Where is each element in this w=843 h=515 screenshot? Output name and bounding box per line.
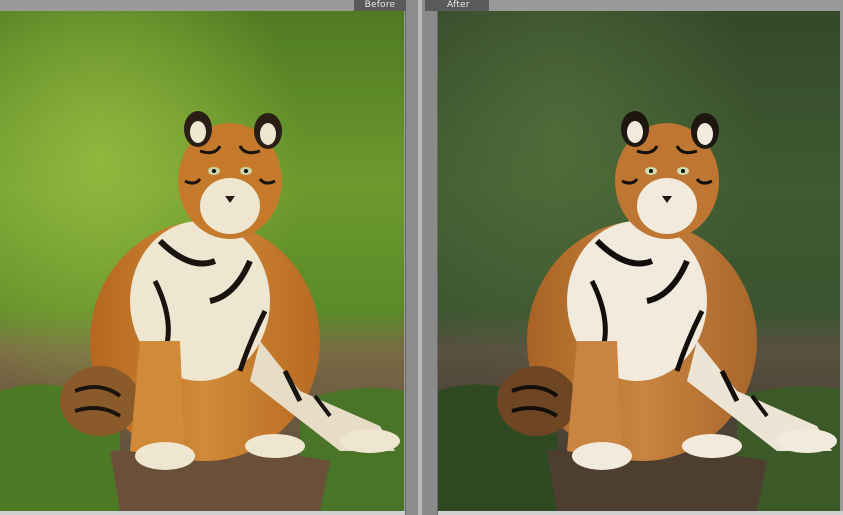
before-tiger-image <box>0 11 404 511</box>
after-tiger-image <box>437 11 840 511</box>
before-after-compare-view: Before After <box>0 0 843 515</box>
before-photo[interactable] <box>0 11 404 511</box>
before-label: Before <box>354 0 406 11</box>
compare-divider-left <box>405 0 419 515</box>
compare-divider-right <box>422 0 438 515</box>
after-photo[interactable] <box>437 11 840 511</box>
after-label: After <box>425 0 489 11</box>
